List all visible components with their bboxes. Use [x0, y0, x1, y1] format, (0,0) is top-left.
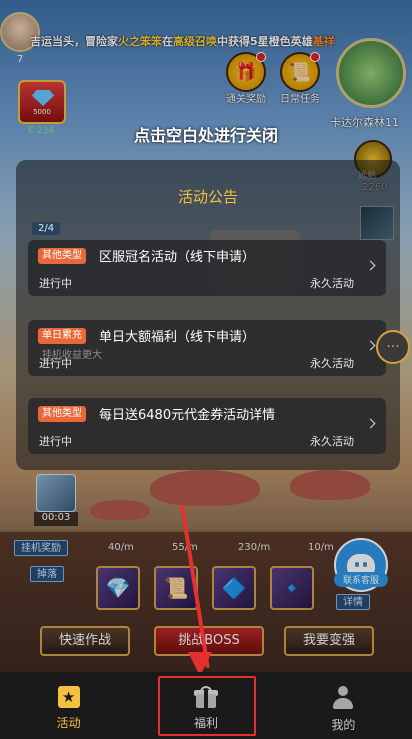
event-type-badge: 单日累充 [38, 328, 86, 344]
event-status: 进行中 [39, 435, 72, 448]
event-duration: 永久活动 [310, 357, 354, 370]
event-status: 进行中 [39, 277, 72, 290]
event-item[interactable]: 其他类型 每日送6480元代金券活动详情 进行中 永久活动 [28, 398, 386, 454]
event-duration: 永久活动 [310, 277, 354, 290]
close-hint: 点击空白处进行关闭 [133, 126, 278, 145]
event-title: 每日送6480元代金券活动详情 [99, 408, 276, 423]
event-type-badge: 其他类型 [38, 406, 86, 422]
chevron-right-icon [365, 260, 376, 271]
event-type-badge: 其他类型 [38, 248, 86, 264]
event-title: 单日大额福利（线下申请） [99, 330, 256, 345]
tab-label: 活动 [56, 716, 81, 730]
page-indicator: 2/4 [32, 222, 61, 235]
event-title: 区服冠名活动（线下申请） [99, 250, 256, 265]
annotation-highlight-box [158, 676, 256, 736]
chat-icon: ··· [386, 339, 400, 355]
tab-activity[interactable]: 活动 [0, 672, 137, 739]
background-hint-text: 挂机收益更大 [42, 350, 102, 361]
event-duration: 永久活动 [310, 435, 354, 448]
tab-profile[interactable]: 我的 [275, 672, 412, 739]
chevron-right-icon [365, 340, 376, 351]
chat-button[interactable]: ··· [376, 330, 410, 364]
user-icon [332, 686, 354, 710]
tab-label: 我的 [331, 718, 356, 732]
event-item[interactable]: 其他类型 区服冠名活动（线下申请） 进行中 永久活动 [28, 240, 386, 296]
chevron-right-icon [365, 418, 376, 429]
star-icon [57, 686, 80, 708]
panel-title: 活动公告 [177, 188, 238, 206]
